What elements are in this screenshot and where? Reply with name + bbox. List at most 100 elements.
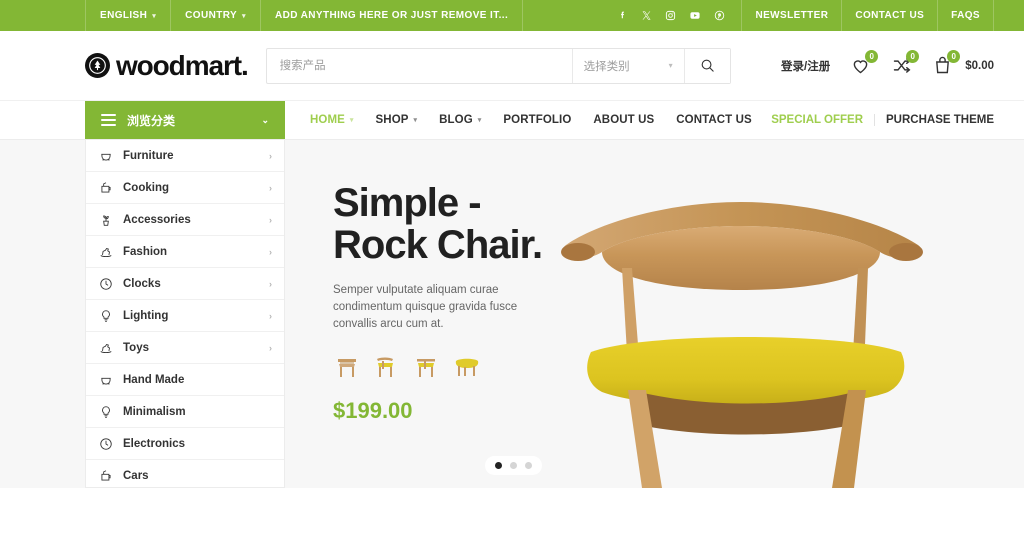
hero-slider: Simple - Rock Chair. Semper vulputate al…	[285, 140, 994, 488]
topbar-item-country[interactable]: COUNTRY ▾	[170, 0, 260, 31]
chair-thumb-4[interactable]	[453, 351, 481, 381]
nav-item-blog[interactable]: BLOG ▾	[428, 114, 492, 126]
chevron-down-icon: ▾	[152, 12, 157, 20]
chair-thumb-1[interactable]	[333, 351, 361, 381]
cart-count-badge: 0	[947, 50, 961, 63]
chevron-down-icon: ▾	[349, 117, 354, 124]
account-link[interactable]: 登录/注册	[781, 58, 830, 74]
sidebar-item-lighting[interactable]: Lighting ›	[86, 300, 284, 332]
armchair-icon	[98, 372, 113, 387]
chevron-down-icon: ▾	[413, 117, 418, 124]
instagram-icon[interactable]	[665, 10, 676, 21]
logo-text: woodmart.	[116, 49, 249, 81]
topbar-link-contact-us[interactable]: CONTACT US	[841, 0, 937, 31]
topbar-link-newsletter[interactable]: NEWSLETTER	[741, 0, 841, 31]
slider-dot-2[interactable]	[510, 462, 517, 469]
wishlist-button[interactable]: 0	[850, 50, 879, 76]
search-submit-button[interactable]	[683, 48, 730, 83]
nav-item-about-us[interactable]: ABOUT US	[582, 114, 665, 126]
cart-total: $0.00	[965, 59, 994, 72]
nav-home-label: HOME	[310, 114, 345, 126]
sidebar-label: Accessories	[123, 213, 191, 226]
x-twitter-icon[interactable]	[641, 10, 652, 21]
nav-item-home[interactable]: HOME ▾	[299, 114, 365, 126]
chevron-down-icon: ▾	[477, 117, 482, 124]
top-bar: ENGLISH ▾ COUNTRY ▾ ADD ANYTHING HERE OR…	[0, 0, 1024, 31]
site-header: woodmart. 选择类别 ▾ 登录/注册 0 0	[0, 31, 1024, 101]
sidebar-item-minimalism[interactable]: Minimalism	[86, 396, 284, 428]
sidebar-label: Toys	[123, 341, 149, 354]
purchase-theme-link[interactable]: PURCHASE THEME	[874, 114, 994, 126]
hero-variant-thumbnails	[333, 351, 583, 381]
sidebar-label: Minimalism	[123, 405, 186, 418]
sidebar-item-clocks[interactable]: Clocks ›	[86, 268, 284, 300]
sidebar-label: Cooking	[123, 181, 169, 194]
topbar-link-faqs[interactable]: FAQS	[937, 0, 994, 31]
sidebar-label: Electronics	[123, 437, 185, 450]
topbar-item-english[interactable]: ENGLISH ▾	[85, 0, 170, 31]
clock-icon	[98, 276, 113, 291]
topbar-item-notice[interactable]: ADD ANYTHING HERE OR JUST REMOVE IT...	[259, 0, 524, 31]
chevron-down-icon: ▾	[242, 12, 246, 20]
search-input[interactable]	[266, 48, 572, 83]
nav-item-portfolio[interactable]: PORTFOLIO	[492, 114, 582, 126]
left-gutter	[0, 140, 85, 536]
site-logo[interactable]: woodmart.	[85, 49, 249, 81]
sidebar-item-electronics[interactable]: Electronics	[86, 428, 284, 460]
chevron-down-icon: ⌄	[261, 114, 269, 125]
sidebar-item-fashion[interactable]: Fashion ›	[86, 236, 284, 268]
sidebar-label: Hand Made	[123, 373, 185, 386]
wishlist-count-badge: 0	[865, 50, 879, 63]
hero-text-block: Simple - Rock Chair. Semper vulputate al…	[333, 182, 583, 424]
tree-in-circle-icon	[85, 53, 110, 78]
main-navigation: 浏览分类 ⌄ HOME ▾ SHOP ▾ BLOG ▾ PORTFOLIO AB…	[0, 101, 1024, 140]
slider-dot-3[interactable]	[525, 462, 532, 469]
chair-thumb-3[interactable]	[413, 351, 441, 381]
page-content: Furniture › Cooking › Accessories › Fash…	[0, 140, 1024, 536]
nav-blog-label: BLOG	[439, 114, 473, 126]
top-bar-right: NEWSLETTER CONTACT US FAQS	[617, 0, 994, 31]
chevron-right-icon: ›	[269, 342, 272, 353]
compare-button[interactable]: 0	[891, 50, 920, 76]
hamburger-icon	[101, 114, 116, 126]
nav-item-contact-us[interactable]: CONTACT US	[665, 114, 763, 126]
browse-categories-toggle[interactable]: 浏览分类 ⌄	[85, 101, 285, 139]
hero-subtitle: Semper vulputate aliquam curae condiment…	[333, 283, 518, 331]
header-actions: 登录/注册 0 0 0 $0.00	[781, 50, 994, 76]
plant-icon	[98, 212, 113, 227]
chevron-right-icon: ›	[269, 278, 272, 289]
cart-button[interactable]: 0	[932, 50, 961, 76]
slider-dot-1[interactable]	[495, 462, 502, 469]
chevron-right-icon: ›	[269, 310, 272, 321]
category-sidebar: Furniture › Cooking › Accessories › Fash…	[85, 140, 285, 488]
hero-title: Simple - Rock Chair.	[333, 181, 543, 268]
sidebar-label: Fashion	[123, 245, 168, 258]
compare-count-badge: 0	[906, 50, 920, 63]
chevron-down-icon: ▾	[668, 61, 673, 70]
chair-thumb-2[interactable]	[373, 351, 401, 381]
special-offer-link[interactable]: SPECIAL OFFER	[771, 114, 874, 126]
sidebar-item-cooking[interactable]: Cooking ›	[86, 172, 284, 204]
youtube-icon[interactable]	[689, 10, 701, 21]
sidebar-item-furniture[interactable]: Furniture ›	[86, 140, 284, 172]
sidebar-item-hand-made[interactable]: Hand Made	[86, 364, 284, 396]
page-root: ENGLISH ▾ COUNTRY ▾ ADD ANYTHING HERE OR…	[0, 0, 1024, 536]
sidebar-item-toys[interactable]: Toys ›	[86, 332, 284, 364]
armchair-icon	[98, 148, 113, 163]
pinterest-icon[interactable]	[714, 10, 725, 21]
sidebar-item-accessories[interactable]: Accessories ›	[86, 204, 284, 236]
facebook-icon[interactable]	[617, 10, 628, 21]
topbar-country-label: COUNTRY	[185, 10, 238, 21]
search-category-select[interactable]: 选择类别 ▾	[571, 48, 684, 83]
nav-item-shop[interactable]: SHOP ▾	[365, 114, 429, 126]
rocking-horse-icon	[98, 244, 113, 259]
top-bar-left: ENGLISH ▾ COUNTRY ▾ ADD ANYTHING HERE OR…	[85, 0, 524, 31]
right-gutter	[994, 140, 1024, 536]
sidebar-label: Furniture	[123, 149, 174, 162]
page-bottom-area	[0, 488, 1024, 536]
sidebar-label: Clocks	[123, 277, 161, 290]
cooking-pot-icon	[98, 180, 113, 195]
clock-icon	[98, 436, 113, 451]
search-bar: 选择类别 ▾	[265, 47, 731, 84]
